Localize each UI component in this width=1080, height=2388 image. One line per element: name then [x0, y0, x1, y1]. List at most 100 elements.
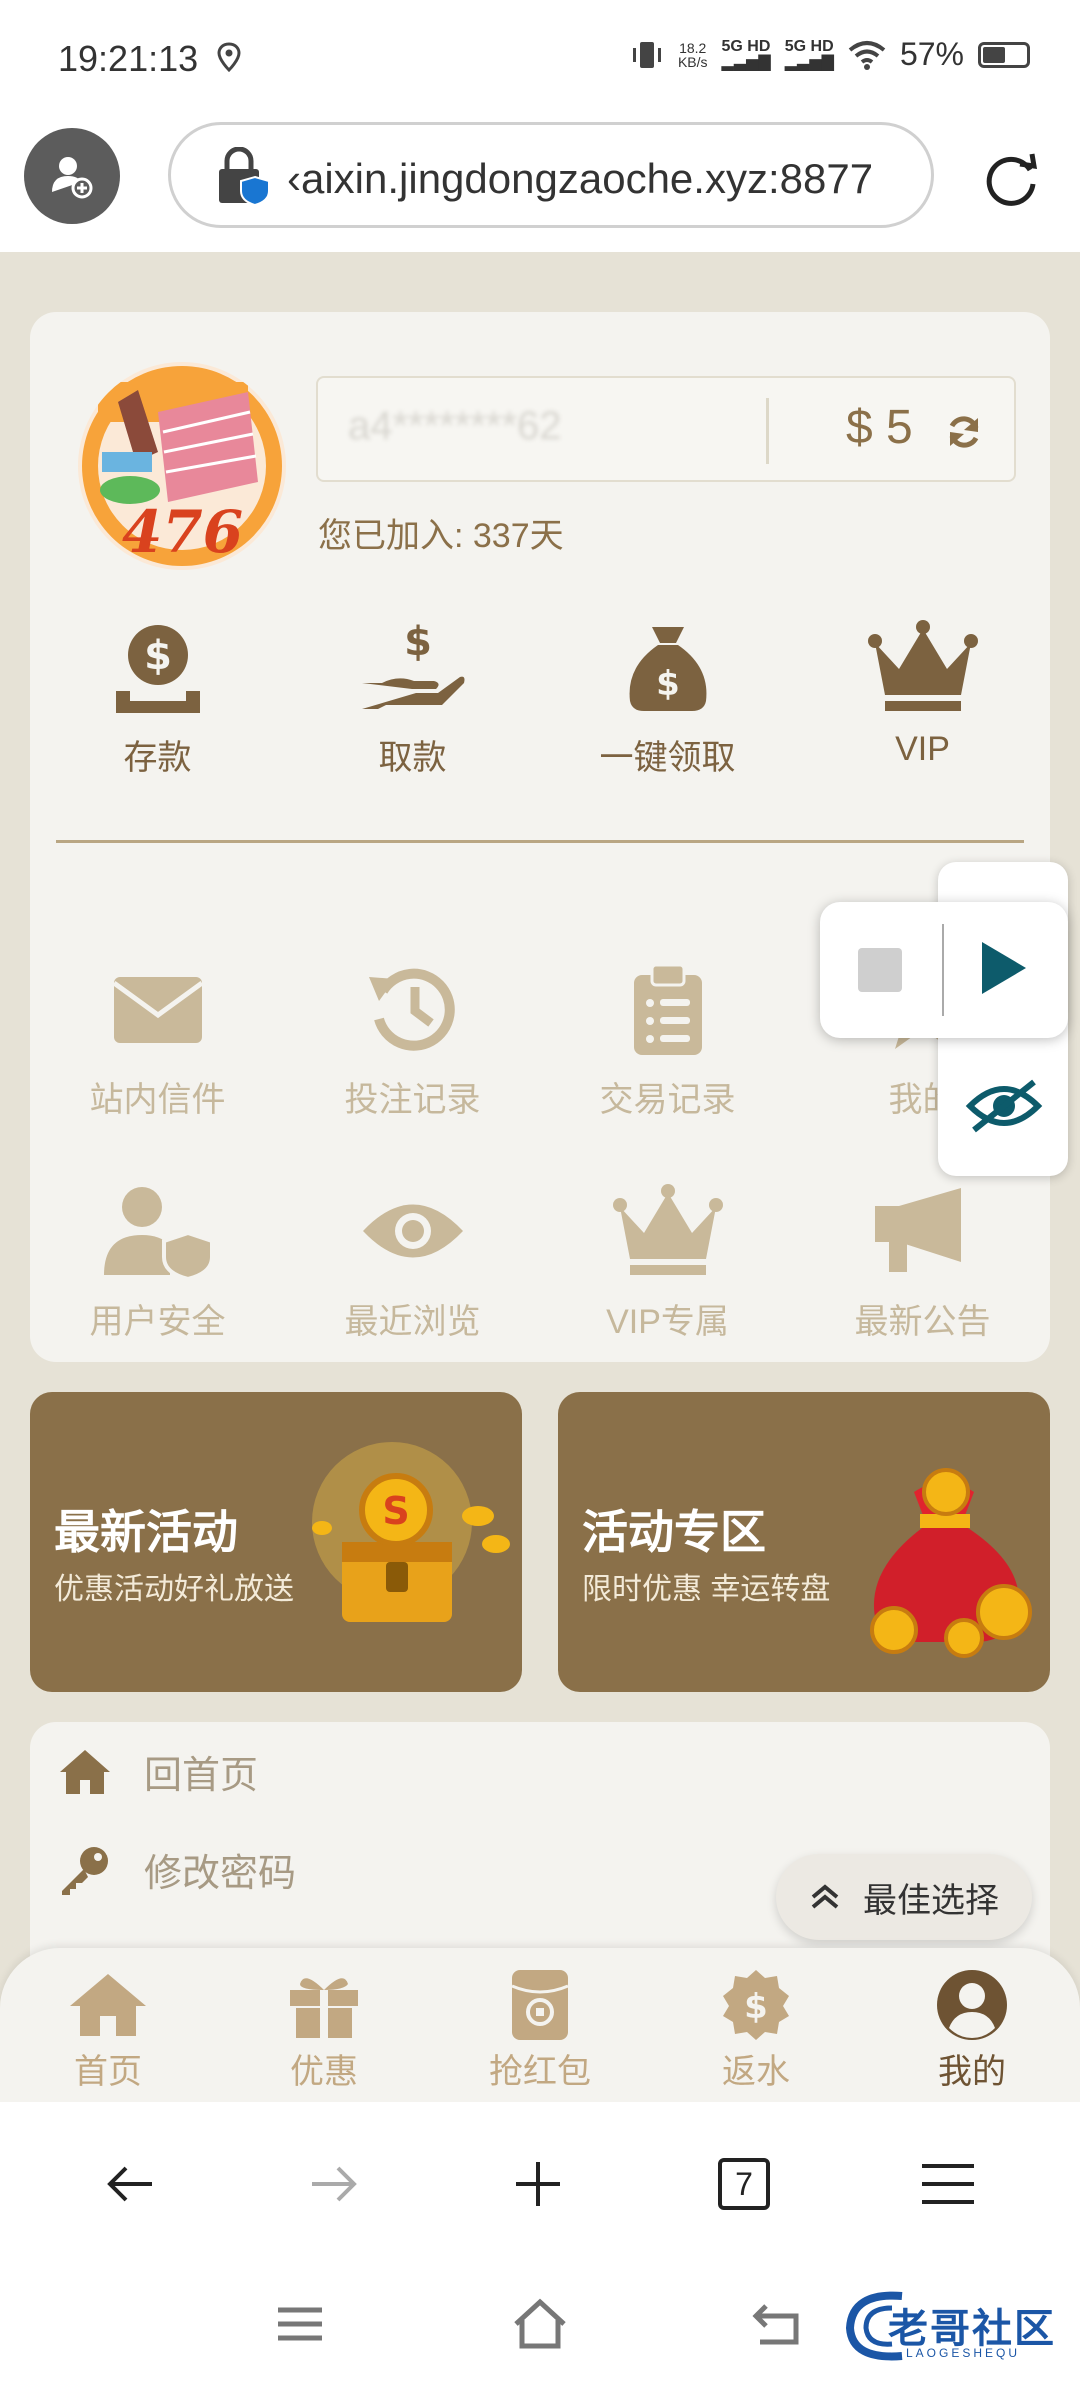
joined-days: 您已加入: 337天 — [318, 517, 564, 555]
lucky-bag-icon — [870, 1468, 1032, 1658]
bottom-tab-bar: 首页 优惠 抢红包 $ 返水 我的 — [0, 1948, 1080, 2102]
play-button[interactable] — [982, 942, 1026, 994]
menu-button[interactable] — [918, 2154, 978, 2214]
home-nav-icon[interactable] — [510, 2296, 570, 2352]
hamburger-icon — [922, 2164, 974, 2204]
crown-icon — [867, 620, 978, 711]
new-tab-button[interactable] — [508, 2154, 568, 2214]
mail-icon — [112, 977, 203, 1043]
status-bar: 19:21:13 18.2 KB/s 5G HD ▂▃▅▇ 5G HD ▂▃▅▇ 57… — [0, 0, 1080, 118]
location-icon — [217, 42, 241, 72]
inbox-button[interactable]: 站内信件 — [30, 954, 285, 1121]
status-time: 19:21:13 — [58, 38, 199, 79]
wifi-icon — [848, 40, 886, 70]
eye-icon — [362, 1204, 463, 1258]
svg-text:$: $ — [144, 633, 172, 679]
refresh-icon[interactable] — [944, 412, 984, 452]
arrow-right-icon — [312, 2166, 357, 2202]
deposit-button[interactable]: $ 存款 — [30, 612, 285, 779]
tabs-button[interactable]: 7 — [714, 2154, 774, 2214]
history-icon — [368, 968, 455, 1051]
hide-eye-icon[interactable] — [964, 1076, 1044, 1136]
plus-icon — [516, 2162, 560, 2206]
divider — [942, 924, 944, 1016]
tab-home[interactable]: 首页 — [38, 1968, 178, 2093]
red-packet-icon — [511, 1970, 569, 2040]
balance: $ 5 — [846, 401, 913, 454]
lock-shield-icon — [219, 147, 270, 207]
section-divider — [56, 840, 1024, 843]
transaction-history-button[interactable]: 交易记录 — [540, 954, 795, 1121]
vibrate-icon — [632, 41, 661, 68]
announcements-button[interactable]: 最新公告 — [795, 1176, 1050, 1343]
tab-rebate[interactable]: $ 返水 — [686, 1968, 826, 2093]
avatar-number: 476 — [122, 498, 243, 566]
vip-button[interactable]: VIP — [795, 612, 1050, 779]
watermark-logo: 老哥社区 LAOGESHEQU — [842, 2286, 1064, 2366]
url-text: ‹aixin.jingdongzaoche.xyz:8877 — [287, 155, 874, 202]
arrow-left-icon — [107, 2166, 152, 2202]
svg-text:S: S — [382, 1489, 409, 1533]
user-card: 476 a4********62 $ 5 您已加入: 337天 $ 存款 $ 取… — [30, 312, 1050, 1362]
back-button[interactable] — [100, 2154, 160, 2214]
svg-text:$: $ — [656, 664, 680, 704]
tab-red-packet[interactable]: 抢红包 — [470, 1968, 610, 2093]
media-controller — [820, 902, 1068, 1038]
menu-item-home[interactable]: 回首页 — [58, 1744, 258, 1799]
home-icon — [60, 1749, 110, 1794]
latest-activity-banner[interactable]: 最新活动 优惠活动好礼放送 S — [30, 1392, 522, 1692]
battery-percent: 57% — [899, 36, 964, 72]
treasure-chest-icon: S — [312, 1442, 510, 1622]
banner-title: 最新活动 — [54, 1506, 238, 1558]
tab-mine[interactable]: 我的 — [902, 1968, 1042, 2093]
vip-exclusive-button[interactable]: VIP专属 — [540, 1176, 795, 1343]
divider — [766, 398, 769, 464]
banner-subtitle: 优惠活动好礼放送 — [54, 1573, 294, 1606]
avatar-image: 476 — [82, 366, 282, 566]
user-security-button[interactable]: 用户安全 — [30, 1176, 285, 1343]
activity-zone-banner[interactable]: 活动专区 限时优惠 幸运转盘 — [558, 1392, 1050, 1692]
withdraw-button[interactable]: $ 取款 — [285, 612, 540, 779]
money-bag-icon: $ — [629, 627, 706, 711]
best-choice-button[interactable]: 最佳选择 — [776, 1854, 1032, 1940]
gift-icon — [290, 1978, 358, 2038]
banner-subtitle: 限时优惠 幸运转盘 — [582, 1573, 831, 1606]
back-nav-icon[interactable] — [750, 2296, 810, 2352]
signal-1: 5G HD ▂▃▅▇ — [721, 37, 771, 71]
menu-item-change-password[interactable]: 修改密码 — [58, 1842, 296, 1897]
bet-history-button[interactable]: 投注记录 — [285, 954, 540, 1121]
user-shield-icon — [103, 1187, 214, 1279]
svg-text:$: $ — [404, 619, 432, 665]
key-icon — [62, 1846, 108, 1895]
banner-title: 活动专区 — [582, 1506, 766, 1558]
recent-apps-icon[interactable] — [270, 2296, 330, 2352]
home-icon — [70, 1974, 146, 2036]
system-nav-bar: 老哥社区 LAOGESHEQU — [0, 2266, 1080, 2388]
reload-icon[interactable] — [980, 150, 1042, 212]
profile-button[interactable] — [24, 128, 120, 224]
withdraw-icon: $ — [361, 619, 464, 709]
signal-2: 5G HD ▂▃▅▇ — [784, 37, 834, 71]
svg-text:$: $ — [744, 1987, 768, 2027]
forward-button[interactable] — [304, 2154, 364, 2214]
recent-views-button[interactable]: 最近浏览 — [285, 1176, 540, 1343]
tab-count: 7 — [718, 2158, 770, 2210]
avatar[interactable]: 476 — [78, 362, 286, 570]
feature-grid-2: 用户安全 最近浏览 VIP专属 最新公告 — [30, 1176, 1050, 1343]
crown-icon — [612, 1184, 723, 1275]
url-field[interactable]: ‹aixin.jingdongzaoche.xyz:8877 — [168, 122, 934, 228]
add-user-icon — [52, 157, 93, 199]
battery-icon — [978, 41, 1030, 68]
megaphone-icon — [874, 1188, 961, 1272]
tab-offers[interactable]: 优惠 — [254, 1968, 394, 2093]
rebate-icon: $ — [723, 1970, 789, 2040]
double-chevron-up-icon — [811, 1884, 839, 1909]
quick-actions: $ 存款 $ 取款 $ 一键领取 VIP — [30, 612, 1050, 779]
clipboard-icon — [633, 963, 702, 1055]
account-name: a4********62 — [348, 404, 562, 448]
page-content: 476 a4********62 $ 5 您已加入: 337天 $ 存款 $ 取… — [0, 252, 1080, 2102]
claim-all-button[interactable]: $ 一键领取 — [540, 612, 795, 779]
stop-button[interactable] — [858, 948, 902, 992]
account-box: a4********62 $ 5 — [316, 376, 1016, 482]
browser-toolbar: 7 — [0, 2102, 1080, 2266]
